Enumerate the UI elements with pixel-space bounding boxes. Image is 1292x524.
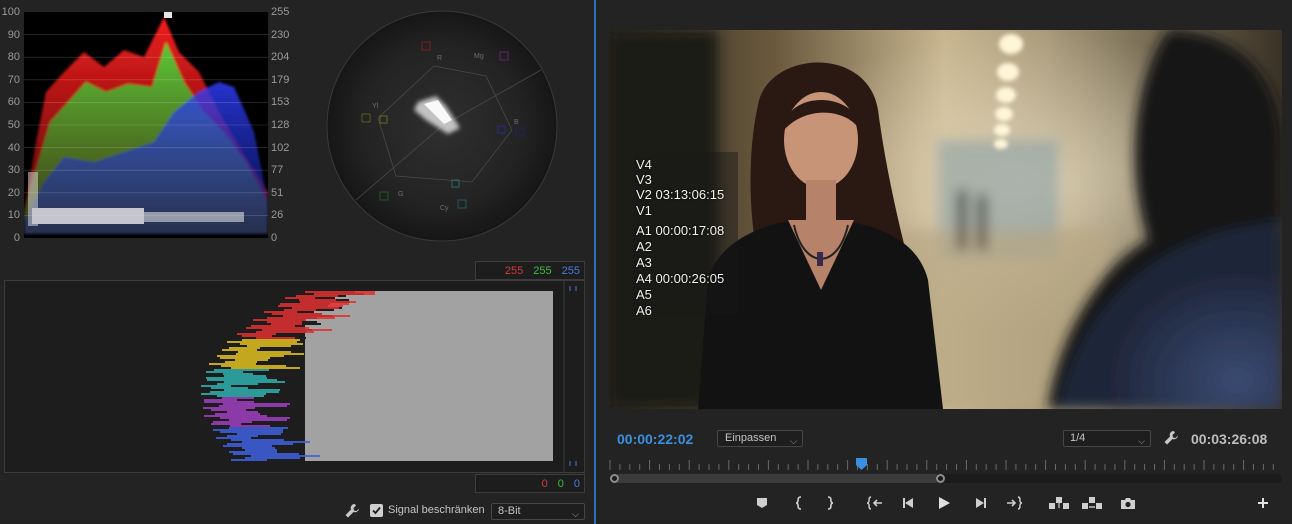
lift-icon[interactable]: [1048, 494, 1070, 512]
overlay-track-v3: V3: [636, 172, 652, 187]
lumetri-scopes-panel: R Mg B Cy G Yl 255 255 255 0 0 0 Signal …: [0, 0, 592, 524]
waveform-axis-tick: 0: [13, 232, 20, 244]
mark-out-icon[interactable]: [821, 494, 839, 512]
waveform-axis-tick: 20: [7, 186, 20, 199]
histogram-max-values: 255 255 255: [475, 261, 585, 280]
overlay-track-a2: A2: [636, 239, 652, 254]
vs-target-g: G: [398, 191, 403, 198]
mark-in-icon[interactable]: [790, 494, 808, 512]
waveform-axis-tick: 50: [7, 119, 20, 131]
waveform-axis-tick: 80: [7, 51, 20, 64]
button-editor-plus-icon[interactable]: [1254, 494, 1272, 512]
step-forward-icon[interactable]: [971, 494, 989, 512]
bit-depth-select[interactable]: 8-Bit ⌵: [491, 503, 585, 520]
overlay-track-a1: A1 00:00:17:08: [636, 223, 725, 238]
waveform-axis-tick: 230: [271, 28, 290, 41]
playback-resolution-value: 1/4: [1070, 432, 1086, 444]
vs-target-r: R: [437, 55, 442, 62]
zoom-fit-select[interactable]: Einpassen ⌵: [717, 430, 803, 447]
playhead-timecode[interactable]: 00:00:22:02: [617, 431, 693, 447]
clamp-signal-checkbox[interactable]: [370, 504, 383, 517]
vs-target-yl: Yl: [372, 103, 379, 110]
scopes-footer: Signal beschränken 8-Bit ⌵: [0, 500, 592, 524]
scope-settings-wrench-icon[interactable]: [344, 503, 360, 519]
export-frame-camera-icon[interactable]: [1119, 494, 1137, 512]
waveform-axis-tick: 60: [7, 96, 20, 109]
playback-resolution-select[interactable]: 1/4 ⌵: [1063, 430, 1151, 447]
waveform-axis-tick: 204: [271, 51, 290, 64]
histogram-min-values: 0 0 0: [475, 474, 585, 493]
program-monitor-panel: V4 V3 V2 03:13:06:15 V1 A1 00:00:17:08 A…: [596, 0, 1292, 524]
overlay-track-v1: V1: [636, 203, 652, 218]
waveform-axis-tick: 0: [271, 232, 278, 244]
waveform-axis-tick: 128: [271, 119, 290, 131]
waveform-axis-tick: 100: [1, 6, 20, 18]
overlay-track-a3: A3: [636, 255, 652, 270]
zoom-fit-value: Einpassen: [725, 432, 777, 444]
overlay-track-v4: V4: [636, 157, 652, 172]
waveform-axis-tick: 179: [271, 73, 290, 86]
zoom-handle-right[interactable]: [936, 474, 945, 483]
histogram-min-blue: 0: [573, 477, 580, 490]
program-video-frame[interactable]: V4 V3 V2 03:13:06:15 V1 A1 00:00:17:08 A…: [608, 30, 1282, 409]
histogram-scope: [4, 280, 585, 473]
overlay-track-a5: A5: [636, 287, 652, 302]
waveform-axis-tick: 70: [7, 73, 20, 86]
extract-icon[interactable]: [1081, 494, 1103, 512]
vs-target-b: B: [514, 119, 519, 126]
step-back-icon[interactable]: [900, 494, 918, 512]
waveform-axis-tick: 40: [7, 141, 20, 154]
waveform-axis-tick: 102: [271, 141, 290, 154]
overlay-track-a4: A4 00:00:26:05: [636, 271, 725, 286]
waveform-axis-tick: 90: [7, 28, 20, 41]
histogram-min-red: 0: [541, 477, 548, 490]
waveform-axis-tick: 30: [7, 164, 20, 177]
sequence-duration: 00:03:26:08: [1191, 431, 1268, 447]
bit-depth-value: 8-Bit: [498, 505, 521, 517]
add-marker-icon[interactable]: [753, 494, 771, 512]
histogram-max-red: 255: [504, 264, 524, 277]
overlay-track-a6: A6: [636, 303, 652, 318]
time-ruler[interactable]: [608, 458, 1282, 472]
waveform-axis-tick: 51: [271, 186, 284, 199]
transport-controls: [596, 492, 1292, 514]
waveform-axis-tick: 10: [7, 209, 20, 222]
go-to-in-icon[interactable]: [866, 494, 884, 512]
play-icon[interactable]: [935, 494, 953, 512]
histogram-max-green: 255: [533, 264, 552, 277]
timeline-zoom-scrollbar[interactable]: [610, 474, 1282, 483]
histogram-min-green: 0: [557, 477, 564, 490]
overlay-track-v2: V2 03:13:06:15: [636, 187, 725, 202]
chevron-down-icon: ⌵: [1138, 436, 1145, 446]
chevron-down-icon: ⌵: [790, 436, 797, 446]
monitor-settings-wrench-icon[interactable]: [1163, 430, 1179, 446]
clamp-signal-label: Signal beschränken: [388, 504, 485, 516]
waveform-axis-tick: 26: [271, 209, 284, 222]
zoom-scrollbar-thumb[interactable]: [614, 474, 940, 483]
vs-target-mg: Mg: [474, 53, 484, 60]
chevron-down-icon: ⌵: [572, 509, 579, 519]
playhead-marker-icon[interactable]: [856, 458, 868, 470]
waveform-axis-tick: 77: [271, 164, 284, 177]
zoom-handle-left[interactable]: [610, 474, 619, 483]
go-to-out-icon[interactable]: [1005, 494, 1023, 512]
vectorscope: R Mg B Cy G Yl: [326, 10, 558, 242]
vs-target-cy: Cy: [440, 205, 449, 212]
rgb-waveform-scope: [24, 12, 268, 238]
waveform-axis-tick: 153: [271, 96, 290, 109]
histogram-max-blue: 255: [561, 264, 580, 277]
waveform-axis-tick: 255: [271, 6, 290, 18]
